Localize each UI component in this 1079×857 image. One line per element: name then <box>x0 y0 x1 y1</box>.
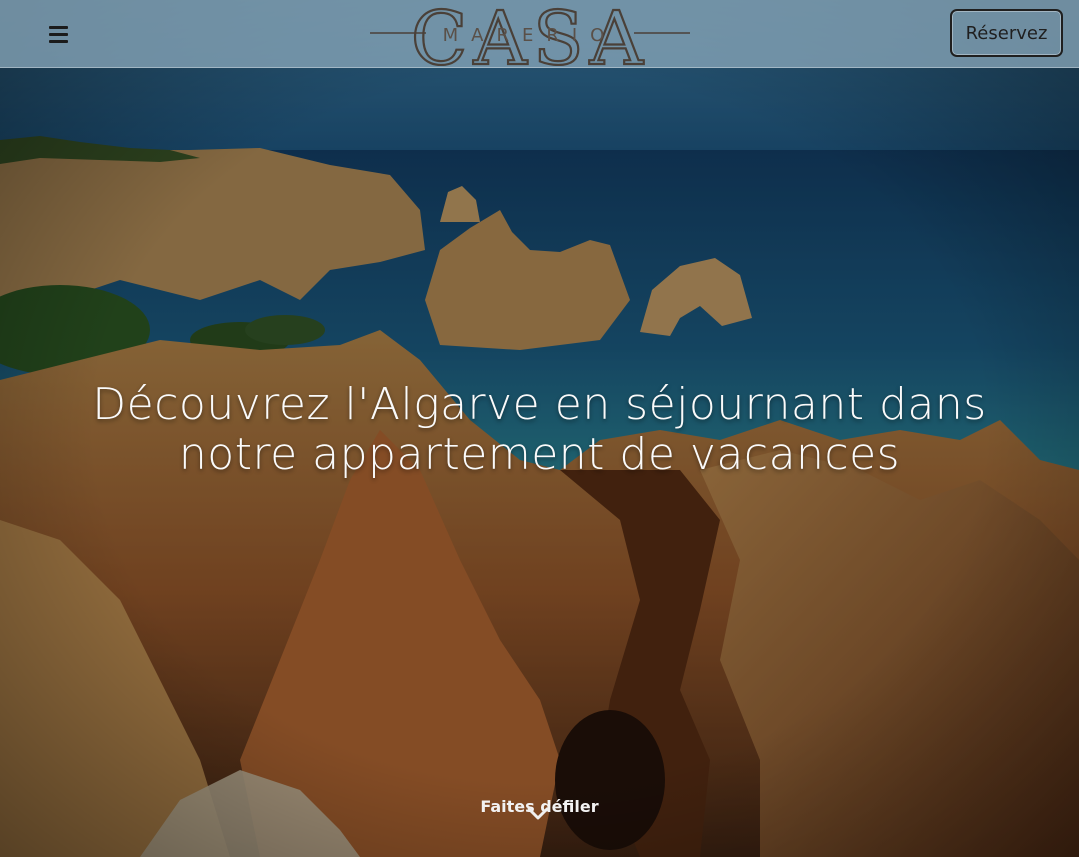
menu-bar-1 <box>49 25 68 29</box>
top-navigation-bar: CASA MARERIO Réservez <box>0 0 1079 83</box>
menu-bar-3 <box>49 39 68 43</box>
menu-bar-2 <box>49 32 68 36</box>
site-logo[interactable]: CASA MARERIO <box>368 0 692 83</box>
hamburger-menu-icon[interactable] <box>44 19 72 49</box>
chevron-down-icon[interactable] <box>527 806 549 822</box>
logo-sub-text: MARERIO <box>443 25 618 46</box>
hero-headline-line-1: Découvrez l'Algarve en séjournant dans <box>92 379 987 430</box>
hero-headline: Découvrez l'Algarve en séjournant dans n… <box>60 380 1019 480</box>
reserve-button[interactable]: Réservez <box>950 9 1063 57</box>
hero-headline-line-2: notre appartement de vacances <box>178 429 901 480</box>
